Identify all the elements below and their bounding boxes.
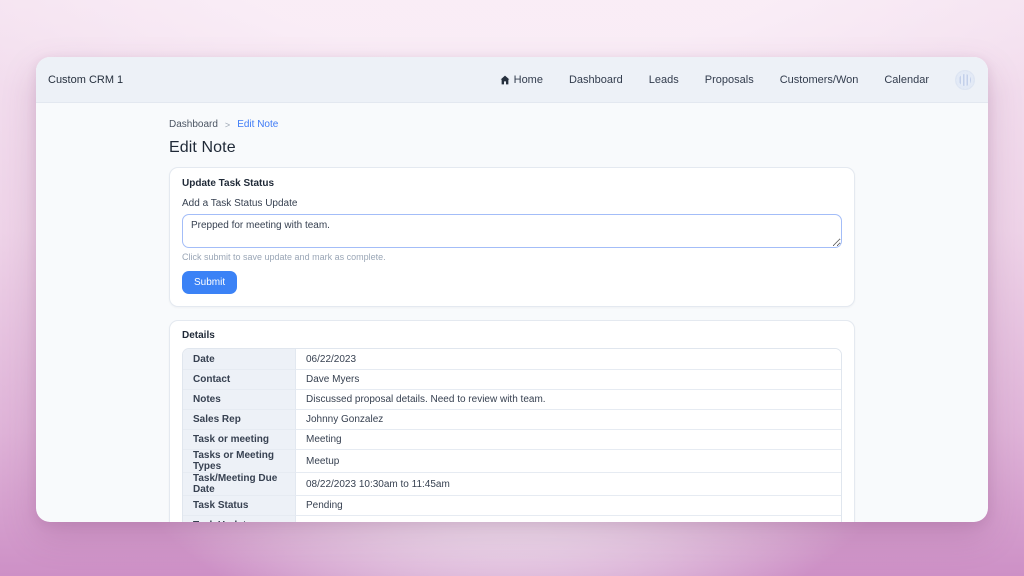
nav-item-leads[interactable]: Leads: [649, 74, 679, 86]
nav-label-home: Home: [514, 74, 543, 86]
home-icon: [500, 75, 510, 85]
row-label: Task Update: [183, 515, 296, 522]
row-label: Tasks or Meeting Types: [183, 449, 296, 472]
row-label: Date: [183, 349, 296, 369]
details-card-title: Details: [182, 330, 842, 341]
row-value: 08/22/2023 10:30am to 11:45am: [296, 472, 841, 495]
row-label: Task/Meeting Due Date: [183, 472, 296, 495]
row-value: Meeting: [296, 429, 841, 449]
breadcrumb-dashboard-link[interactable]: Dashboard: [169, 119, 218, 130]
table-row: Task or meeting Meeting: [183, 429, 841, 449]
row-value: Dave Myers: [296, 369, 841, 389]
page-title: Edit Note: [169, 139, 855, 157]
app-bar: Custom CRM 1 Home Dashboard Leads Propos…: [36, 57, 988, 103]
task-status-update-textarea[interactable]: Prepped for meeting with team.: [182, 214, 842, 248]
table-row: Task Update: [183, 515, 841, 522]
row-label: Notes: [183, 389, 296, 409]
breadcrumb-current[interactable]: Edit Note: [237, 119, 278, 130]
row-value: Discussed proposal details. Need to revi…: [296, 389, 841, 409]
nav-label-dashboard: Dashboard: [569, 74, 623, 86]
table-row: Task/Meeting Due Date 08/22/2023 10:30am…: [183, 472, 841, 495]
row-value: [296, 515, 841, 522]
row-label: Task or meeting: [183, 429, 296, 449]
nav-label-calendar: Calendar: [884, 74, 929, 86]
nav-item-calendar[interactable]: Calendar: [884, 74, 929, 86]
nav-item-home[interactable]: Home: [500, 74, 543, 86]
row-label: Sales Rep: [183, 409, 296, 429]
details-card: Details Date 06/22/2023 Contact Dave Mye…: [169, 320, 855, 522]
page-content: Dashboard > Edit Note Edit Note Update T…: [169, 103, 855, 522]
table-row: Notes Discussed proposal details. Need t…: [183, 389, 841, 409]
table-row: Tasks or Meeting Types Meetup: [183, 449, 841, 472]
submit-helper-text: Click submit to save update and mark as …: [182, 252, 842, 262]
row-label: Task Status: [183, 495, 296, 515]
table-row: Contact Dave Myers: [183, 369, 841, 389]
nav-label-leads: Leads: [649, 74, 679, 86]
row-value: Pending: [296, 495, 841, 515]
details-table: Date 06/22/2023 Contact Dave Myers Notes…: [182, 348, 842, 522]
main-nav: Home Dashboard Leads Proposals Customers…: [500, 70, 975, 90]
row-label: Contact: [183, 369, 296, 389]
submit-button[interactable]: Submit: [182, 271, 237, 294]
table-row: Date 06/22/2023: [183, 349, 841, 369]
row-value: 06/22/2023: [296, 349, 841, 369]
task-status-update-label: Add a Task Status Update: [182, 198, 842, 209]
nav-item-dashboard[interactable]: Dashboard: [569, 74, 623, 86]
nav-label-customers-won: Customers/Won: [780, 74, 859, 86]
breadcrumb-separator-icon: >: [225, 120, 230, 130]
nav-item-customers-won[interactable]: Customers/Won: [780, 74, 859, 86]
nav-label-proposals: Proposals: [705, 74, 754, 86]
update-task-status-card: Update Task Status Add a Task Status Upd…: [169, 167, 855, 307]
table-row: Sales Rep Johnny Gonzalez: [183, 409, 841, 429]
update-card-title: Update Task Status: [182, 178, 842, 189]
brand-title: Custom CRM 1: [48, 74, 123, 86]
table-row: Task Status Pending: [183, 495, 841, 515]
row-value: Meetup: [296, 449, 841, 472]
user-avatar-icon[interactable]: [955, 70, 975, 90]
nav-item-proposals[interactable]: Proposals: [705, 74, 754, 86]
row-value: Johnny Gonzalez: [296, 409, 841, 429]
app-window: Custom CRM 1 Home Dashboard Leads Propos…: [36, 57, 988, 522]
breadcrumb: Dashboard > Edit Note: [169, 119, 855, 130]
